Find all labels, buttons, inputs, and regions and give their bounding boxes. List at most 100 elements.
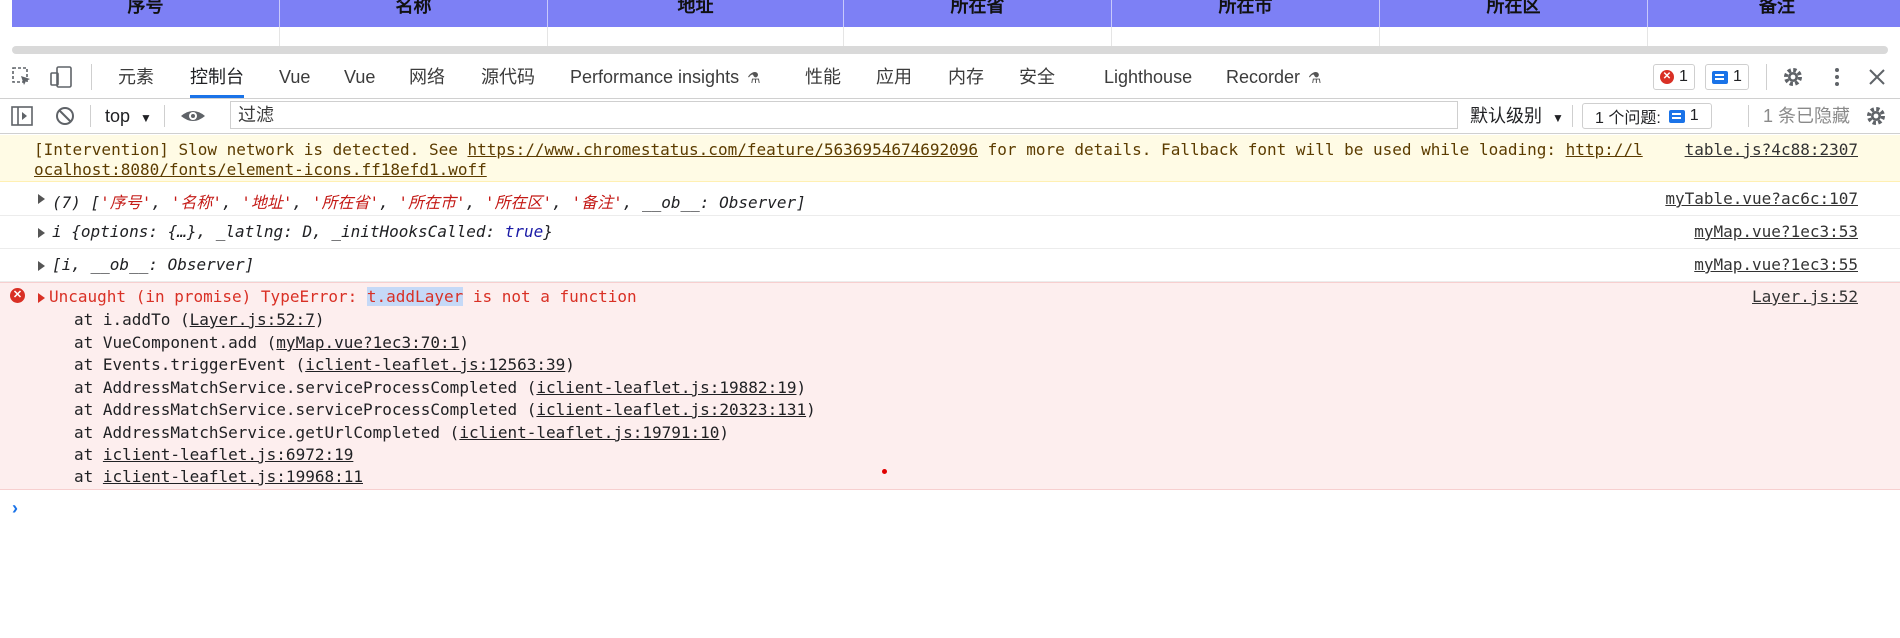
- table-header-cell[interactable]: 所在区: [1380, 0, 1648, 27]
- issues-label: 1 个问题:: [1595, 110, 1661, 127]
- stack-fn: at AddressMatchService.serviceProcessCom…: [74, 400, 537, 419]
- log-object-text[interactable]: i {options: {…}, _latlng: D, _initHooksC…: [52, 222, 553, 241]
- table-header-cell[interactable]: 名称: [280, 0, 548, 27]
- warning-text: [Intervention] Slow network is detected.…: [34, 140, 468, 159]
- error-count-badge[interactable]: ✕ 1: [1653, 64, 1695, 90]
- warning-link[interactable]: ocalhost:8080/fonts/element-icons.ff18ef…: [34, 160, 487, 179]
- log-array-text[interactable]: [i, __ob__: Observer]: [52, 255, 254, 274]
- expand-triangle-icon[interactable]: [38, 228, 45, 238]
- source-link[interactable]: Layer.js:52: [1752, 287, 1858, 306]
- log-text: }: [543, 222, 553, 241]
- cursor-dot: [882, 469, 887, 474]
- stack-link[interactable]: iclient-leaflet.js:19791:10: [459, 423, 719, 442]
- console-log-message: [i, __ob__: Observer] myMap.vue?1ec3:55: [0, 249, 1900, 282]
- expand-triangle-icon[interactable]: [38, 293, 45, 303]
- stack-link[interactable]: iclient-leaflet.js:12563:39: [305, 355, 565, 374]
- table-cell: [844, 27, 1112, 46]
- expand-triangle-icon[interactable]: [38, 194, 45, 204]
- tab-recorder[interactable]: Recorder ⚗: [1226, 56, 1321, 98]
- tab-application[interactable]: 应用: [876, 56, 912, 98]
- log-level-selector[interactable]: 默认级别 ▼: [1470, 99, 1564, 133]
- stack-end: ): [719, 423, 730, 442]
- eye-icon[interactable]: [180, 105, 205, 127]
- log-string: '地址': [241, 193, 293, 212]
- stack-link[interactable]: myMap.vue?1ec3:70:1: [276, 333, 459, 352]
- table-row[interactable]: [12, 27, 1900, 46]
- stack-fn: at: [74, 445, 103, 464]
- issues-button[interactable]: 1 个问题: 1: [1582, 103, 1712, 129]
- tab-console[interactable]: 控制台: [190, 56, 244, 98]
- context-selector[interactable]: top ▼: [105, 99, 152, 133]
- table-header-cell[interactable]: 备注: [1648, 0, 1900, 27]
- stack-end: ): [565, 355, 575, 374]
- stack-frame: at VueComponent.add (myMap.vue?1ec3:70:1…: [74, 333, 469, 352]
- tab-sources[interactable]: 源代码: [481, 56, 535, 98]
- tab-performance[interactable]: 性能: [805, 56, 841, 98]
- error-text: Uncaught (in promise) TypeError: t.addLa…: [49, 287, 637, 306]
- table-header-row: 序号 名称 地址 所在省 所在市 所在区 备注: [12, 0, 1900, 27]
- log-text: , __ob__: Observer]: [622, 193, 806, 212]
- warning-link[interactable]: https://www.chromestatus.com/feature/563…: [467, 140, 978, 159]
- table-header-cell[interactable]: 地址: [548, 0, 844, 27]
- source-link[interactable]: myMap.vue?1ec3:53: [1694, 222, 1858, 241]
- tab-lighthouse[interactable]: Lighthouse: [1104, 56, 1192, 98]
- devtools-tabbar: 元素 控制台 Vue Vue 网络 源代码 Performance insigh…: [0, 56, 1900, 99]
- console-error-message: ✕ Uncaught (in promise) TypeError: t.add…: [0, 282, 1900, 490]
- horizontal-scrollbar[interactable]: [12, 46, 1888, 54]
- console-settings-gear-icon[interactable]: [1865, 105, 1887, 127]
- log-string: '名称': [170, 193, 222, 212]
- hidden-messages-count: 1 条已隐藏: [1763, 106, 1851, 126]
- dropdown-arrow-icon: ▼: [1552, 111, 1564, 125]
- console-filter-input[interactable]: 过滤: [230, 101, 1458, 129]
- settings-gear-icon[interactable]: [1782, 66, 1804, 88]
- device-toolbar-icon[interactable]: [49, 66, 72, 88]
- stack-fn: at: [74, 467, 103, 486]
- devtools-panel: 元素 控制台 Vue Vue 网络 源代码 Performance insigh…: [0, 56, 1900, 638]
- tab-network[interactable]: 网络: [409, 56, 445, 98]
- source-link[interactable]: table.js?4c88:2307: [1685, 140, 1858, 159]
- error-icon: ✕: [1660, 70, 1674, 84]
- table-header-cell[interactable]: 所在省: [844, 0, 1112, 27]
- stack-link[interactable]: iclient-leaflet.js:19882:19: [536, 378, 796, 397]
- tab-performance-insights[interactable]: Performance insights ⚗: [570, 56, 761, 98]
- stack-fn: at i.addTo (: [74, 310, 190, 329]
- table-cell: [12, 27, 280, 46]
- stack-link[interactable]: Layer.js:52:7: [190, 310, 315, 329]
- warning-link[interactable]: http://l: [1566, 140, 1643, 159]
- log-string: '所在市': [398, 193, 466, 212]
- tab-memory[interactable]: 内存: [948, 56, 984, 98]
- console-log-message: (7) ['序号', '名称', '地址', '所在省', '所在市', '所在…: [0, 182, 1900, 216]
- inspect-element-icon[interactable]: [11, 66, 33, 88]
- stack-fn: at AddressMatchService.getUrlCompleted (: [74, 423, 460, 442]
- table-header-cell[interactable]: 所在市: [1112, 0, 1380, 27]
- source-link[interactable]: myMap.vue?1ec3:55: [1694, 255, 1858, 274]
- log-string: '所在区': [484, 193, 553, 212]
- stack-link[interactable]: iclient-leaflet.js:20323:131: [536, 400, 806, 419]
- expand-triangle-icon[interactable]: [38, 261, 45, 271]
- tab-vue-2[interactable]: Vue: [344, 56, 375, 98]
- error-prefix: Uncaught (in promise) TypeError:: [49, 287, 367, 306]
- tab-security[interactable]: 安全: [1019, 56, 1055, 98]
- stack-frame: at AddressMatchService.getUrlCompleted (…: [74, 423, 729, 442]
- stack-frame: at iclient-leaflet.js:6972:19: [74, 445, 353, 464]
- stack-link[interactable]: iclient-leaflet.js:6972:19: [103, 445, 353, 464]
- error-highlight: t.addLayer: [366, 287, 464, 306]
- tab-elements[interactable]: 元素: [118, 56, 154, 98]
- context-label: top: [105, 106, 131, 126]
- source-link[interactable]: myTable.vue?ac6c:107: [1665, 189, 1858, 208]
- log-string: '所在省': [311, 193, 380, 212]
- tab-vue[interactable]: Vue: [279, 56, 310, 98]
- more-options-icon[interactable]: [1826, 66, 1848, 88]
- console-warning-message: [Intervention] Slow network is detected.…: [0, 135, 1900, 182]
- table-header-cell[interactable]: 序号: [12, 0, 280, 27]
- message-icon: [1712, 70, 1728, 84]
- sidebar-toggle-icon[interactable]: [11, 105, 33, 127]
- message-count-badge[interactable]: 1: [1705, 64, 1749, 90]
- stack-end: ): [459, 333, 469, 352]
- log-array-text[interactable]: (7) ['序号', '名称', '地址', '所在省', '所在市', '所在…: [52, 189, 806, 213]
- close-icon[interactable]: [1866, 66, 1888, 88]
- stack-frame: at iclient-leaflet.js:19968:11: [74, 467, 363, 486]
- stack-link[interactable]: iclient-leaflet.js:19968:11: [103, 467, 363, 486]
- clear-console-icon[interactable]: [54, 105, 76, 127]
- console-prompt[interactable]: ›: [12, 498, 18, 519]
